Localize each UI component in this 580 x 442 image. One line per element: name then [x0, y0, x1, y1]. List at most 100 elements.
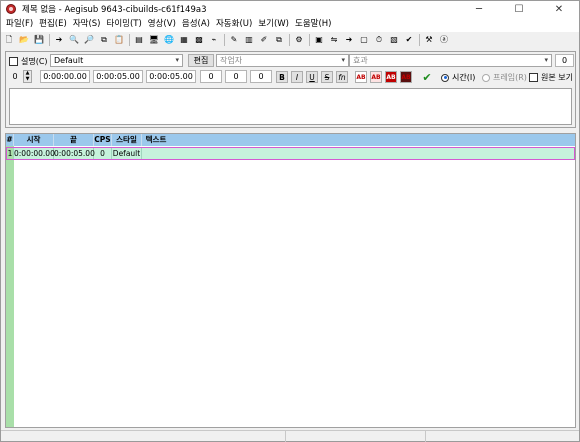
primary-color-button[interactable]: AB — [355, 71, 367, 83]
header-start[interactable]: 시작 — [14, 134, 54, 146]
grid-header: # 시작 끝 CPS 스타일 텍스트 — [6, 134, 575, 146]
toolbar: 🗋 📂 💾 ➔ 🔍 🔎 ⧉ 📋 ▤ 🖥 🌐 ▦ ▩ ⌁ ✎ ▥ ✐ ⧉ ⚙ ▣ ⇋ ➜ ▢ ⏱ ▧ ✔ ⚒ ⓐ — [1, 32, 579, 48]
margin-vertical-field[interactable]: 0 — [250, 70, 272, 83]
margin-left-field[interactable]: 0 — [200, 70, 222, 83]
aegisub-logo-icon — [6, 4, 16, 14]
spellcheck-icon[interactable]: ✎ — [228, 34, 240, 46]
minimize-button[interactable]: ─ — [459, 1, 499, 17]
menu-subtitle[interactable]: 자막(S) — [70, 17, 104, 32]
start-time-field[interactable]: 0:00:00.00 — [40, 70, 90, 83]
timing-processor-icon[interactable]: ⧉ — [273, 34, 285, 46]
layer-field-right[interactable]: 0 — [555, 54, 574, 67]
show-original-checkbox[interactable] — [529, 73, 538, 82]
show-original-toggle[interactable]: 원본 보기 — [529, 72, 573, 83]
toolbar-separator — [224, 34, 225, 46]
time-radio-dot[interactable] — [441, 73, 449, 82]
layout-icon[interactable]: ▧ — [388, 34, 400, 46]
zoom-icon[interactable]: ⇋ — [328, 34, 340, 46]
time-mode-radio[interactable]: 시간(I) — [441, 72, 475, 83]
chevron-down-icon: ▾ — [175, 56, 179, 64]
open-folder-icon[interactable]: 📂 — [18, 34, 30, 46]
row-cps[interactable]: 0 — [94, 148, 112, 159]
underline-button[interactable]: U — [306, 71, 318, 83]
menu-view[interactable]: 보기(W) — [255, 17, 292, 32]
comment-checkbox[interactable] — [9, 57, 18, 66]
strikeout-button[interactable]: S — [321, 71, 333, 83]
duration-field[interactable]: 0:00:05.00 — [146, 70, 196, 83]
options-check-icon[interactable]: ✔ — [403, 34, 415, 46]
tools-icon[interactable]: ⚒ — [423, 34, 435, 46]
edit-style-button[interactable]: 편집 — [188, 54, 214, 67]
subtitle-text-editor[interactable] — [9, 88, 572, 125]
menu-file[interactable]: 파일(F) — [3, 17, 36, 32]
spin-down-icon: ▼ — [25, 75, 30, 82]
margin-right-field[interactable]: 0 — [225, 70, 247, 83]
menu-video[interactable]: 영상(V) — [145, 17, 179, 32]
frame-mode-label: 프레임(R) — [493, 73, 527, 82]
menu-timing[interactable]: 타이밍(T) — [104, 17, 145, 32]
header-end[interactable]: 끝 — [54, 134, 94, 146]
status-segment — [286, 431, 426, 442]
translation-icon[interactable]: ▥ — [243, 34, 255, 46]
comment-toggle[interactable]: 설명(C) — [9, 56, 48, 67]
bold-button[interactable]: B — [276, 71, 288, 83]
ai-icon[interactable]: ⓐ — [438, 34, 450, 46]
row-end[interactable]: 0:00:05.00 — [54, 148, 95, 159]
find-icon[interactable]: 🔍 — [68, 34, 80, 46]
toolbar-separator — [49, 34, 50, 46]
layer-value[interactable]: 0 — [9, 70, 21, 83]
subtitle-grid: # 시작 끝 CPS 스타일 텍스트 1 0:00:00.00 0:00:05.… — [5, 133, 576, 428]
toolbar-separator — [129, 34, 130, 46]
video-details-icon[interactable]: ▣ — [313, 34, 325, 46]
properties-icon[interactable]: 🖥 — [148, 34, 160, 46]
shadow-color-button[interactable]: AB — [400, 71, 412, 83]
layer-spin-button[interactable]: ▲ ▼ — [23, 70, 32, 83]
copy-icon[interactable]: ⧉ — [98, 34, 110, 46]
row-style[interactable]: Default — [112, 148, 142, 159]
jump-icon[interactable]: ➔ — [53, 34, 65, 46]
frame-mode-radio[interactable]: 프레임(R) — [482, 72, 527, 83]
paste-icon[interactable]: 📋 — [113, 34, 125, 46]
outline-color-button[interactable]: AB — [385, 71, 397, 83]
snap-icon[interactable]: ▢ — [358, 34, 370, 46]
row-start[interactable]: 0:00:00.00 — [14, 148, 55, 159]
effect-select[interactable]: 효과 ▾ — [349, 54, 552, 67]
font-button[interactable]: fn — [336, 71, 348, 83]
menu-audio[interactable]: 음성(A) — [179, 17, 213, 32]
maximize-button[interactable]: ☐ — [499, 1, 539, 17]
new-file-icon[interactable]: 🗋 — [3, 34, 15, 46]
attachments-icon[interactable]: 🌐 — [163, 34, 175, 46]
clock-icon[interactable]: ⏱ — [373, 34, 385, 46]
table-row[interactable]: 1 0:00:00.00 0:00:05.00 0 Default — [6, 147, 575, 160]
menu-edit[interactable]: 편집(E) — [36, 17, 70, 32]
styles-manager-icon[interactable]: ▤ — [133, 34, 145, 46]
fonts-collector-icon[interactable]: ▦ — [178, 34, 190, 46]
header-style[interactable]: 스타일 — [112, 134, 142, 146]
header-text[interactable]: 텍스트 — [142, 134, 170, 146]
menu-automation[interactable]: 자동화(U) — [213, 17, 255, 32]
row-text[interactable] — [142, 148, 574, 159]
save-icon[interactable]: 💾 — [33, 34, 45, 46]
end-time-field[interactable]: 0:00:05.00 — [93, 70, 143, 83]
menu-bar: 파일(F) 편집(E) 자막(S) 타이밍(T) 영상(V) 음성(A) 자동화… — [1, 17, 579, 32]
secondary-color-button[interactable]: AB — [370, 71, 382, 83]
automation-icon[interactable]: ⚙ — [293, 34, 305, 46]
header-number[interactable]: # — [6, 134, 14, 146]
toolbar-separator — [419, 34, 420, 46]
header-cps[interactable]: CPS — [94, 134, 112, 146]
resample-icon[interactable]: ▩ — [193, 34, 205, 46]
row-number[interactable]: 1 — [7, 148, 14, 159]
italic-button[interactable]: I — [291, 71, 303, 83]
close-button[interactable]: ✕ — [539, 1, 579, 17]
status-segment — [1, 431, 286, 442]
style-select[interactable]: Default ▾ — [50, 54, 183, 67]
shift-times-icon[interactable]: ➜ — [343, 34, 355, 46]
commit-check-icon[interactable]: ✔ — [420, 70, 434, 84]
kanji-timer-icon[interactable]: ✐ — [258, 34, 270, 46]
actor-select[interactable]: 작업자 ▾ — [216, 54, 349, 67]
app-window: 제목 없음 - Aegisub 9643-cibuilds-c61f149a3 … — [0, 0, 580, 442]
frame-radio-dot[interactable] — [482, 73, 490, 82]
menu-help[interactable]: 도움말(H) — [292, 17, 334, 32]
find-replace-icon[interactable]: 🔎 — [83, 34, 95, 46]
timing-icon[interactable]: ⌁ — [208, 34, 220, 46]
